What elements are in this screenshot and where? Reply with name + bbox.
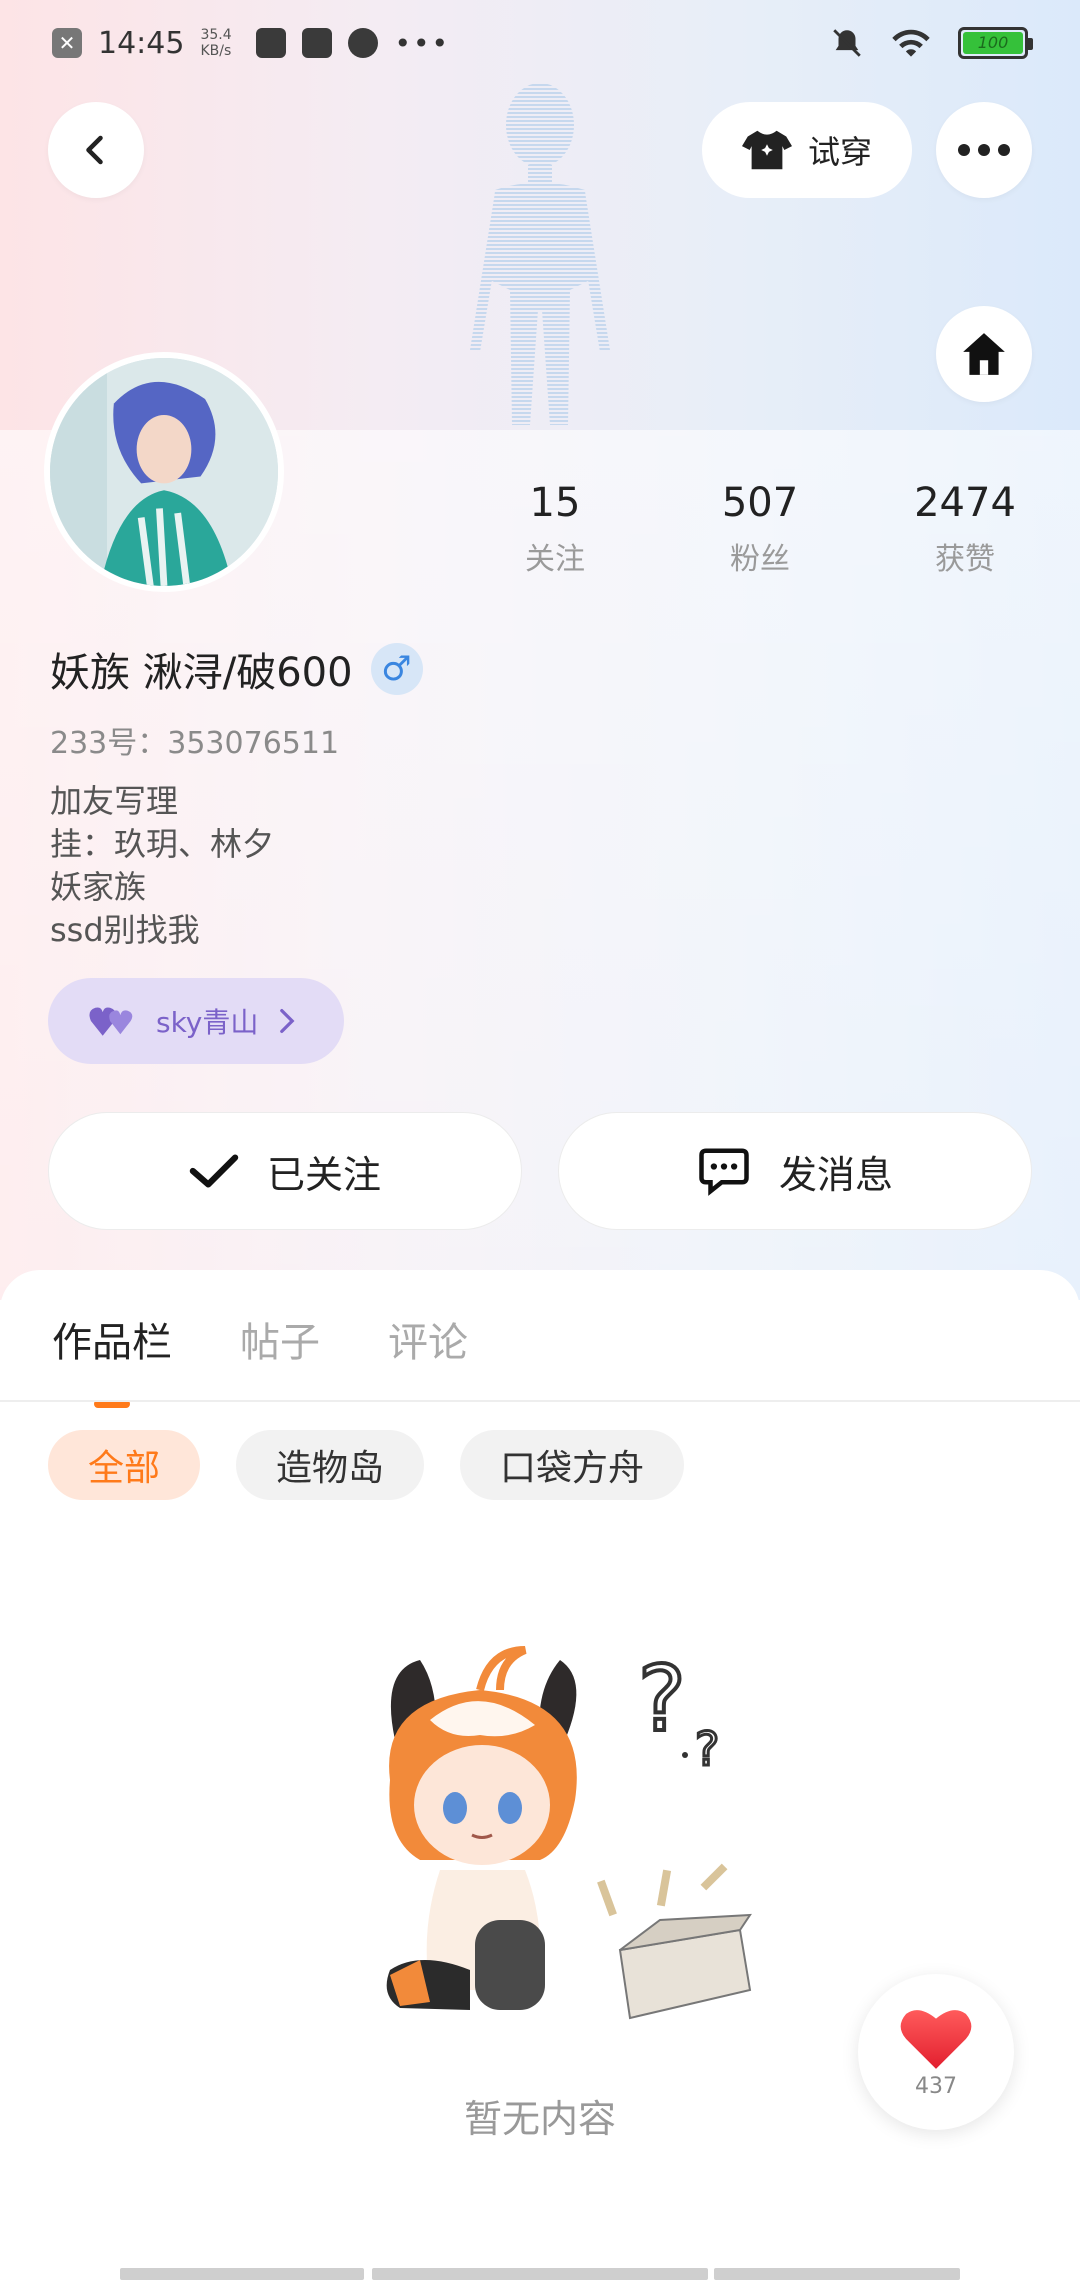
send-message-label: 发消息 (778, 1152, 893, 1197)
tab-comments[interactable]: 评论 (388, 1310, 468, 1368)
try-on-button[interactable]: 试穿 (702, 102, 912, 198)
more-options-button[interactable] (936, 102, 1032, 198)
bell-muted-icon (833, 29, 861, 57)
likes-count: 2474 (914, 480, 1016, 526)
svg-text:?: ? (695, 1722, 719, 1776)
network-speed-value: 35.4 (200, 27, 232, 43)
status-bar: ✕ 14:45 35.4 KB/s ••• 100 (0, 0, 1080, 86)
avatar-image (50, 358, 278, 586)
network-speed-unit: KB/s (200, 43, 232, 59)
content-tabs: 作品栏 帖子 评论 (52, 1310, 468, 1408)
heart-icon (900, 2009, 972, 2069)
close-notification-icon: ✕ (52, 28, 82, 58)
chevron-left-icon (86, 135, 103, 165)
svg-text:?: ? (638, 1647, 686, 1752)
battery-level: 100 (963, 32, 1023, 54)
network-speed: 35.4 KB/s (200, 27, 240, 59)
followers-label: 粉丝 (730, 542, 790, 577)
tab-works[interactable]: 作品栏 (52, 1310, 172, 1408)
chevron-right-icon (280, 1008, 295, 1034)
following-button-label: 已关注 (266, 1152, 381, 1197)
empty-state-illustration: ? ? (386, 1645, 752, 2020)
tag-label: sky青山 (156, 1006, 259, 1039)
tab-posts[interactable]: 帖子 (240, 1310, 320, 1368)
relationship-tag-chip[interactable]: sky青山 (48, 978, 344, 1064)
following-button[interactable]: 已关注 (48, 1112, 522, 1230)
bio-line: 加友写理 (50, 782, 179, 820)
following-label: 关注 (525, 542, 585, 577)
mail-icon (302, 28, 333, 58)
following-count: 15 (529, 480, 581, 526)
likes-stat[interactable]: 2474 获赞 (890, 480, 1040, 578)
try-on-label: 试穿 (807, 133, 872, 171)
bio-line: ssd别找我 (50, 911, 200, 949)
bio-line: 妖家族 (50, 868, 147, 906)
username: 妖族 湫浔/破600 (50, 650, 353, 696)
battery-indicator: 100 (958, 27, 1033, 59)
clipboard-icon (256, 28, 287, 58)
profile-actions: 已关注 发消息 (48, 1112, 1032, 1230)
following-stat[interactable]: 15 关注 (480, 480, 630, 578)
followers-count: 507 (721, 480, 799, 526)
followers-stat[interactable]: 507 粉丝 (685, 480, 835, 578)
likes-label: 获赞 (935, 542, 995, 577)
filter-creation-island[interactable]: 造物岛 (236, 1430, 425, 1500)
user-avatar[interactable] (44, 352, 284, 592)
send-message-button[interactable]: 发消息 (558, 1112, 1032, 1230)
user-bio: 加友写理 挂：玖玥、林夕 妖家族 ssd别找我 (50, 780, 274, 952)
avatar-3d-model (470, 83, 610, 425)
play-icon (348, 28, 379, 58)
filter-chips: 全部 造物岛 口袋方舟 (48, 1430, 685, 1500)
chat-bubble-icon (699, 1148, 749, 1196)
user-id[interactable]: 233号：353076511 (50, 718, 339, 762)
like-count: 437 (915, 2073, 957, 2099)
back-button[interactable] (48, 102, 144, 198)
more-notifications-icon: ••• (394, 26, 451, 60)
checkmark-icon (189, 1154, 239, 1188)
double-heart-icon (89, 1007, 133, 1036)
gesture-bar-segment (714, 2268, 960, 2280)
profile-stats: 15 关注 507 粉丝 2474 获赞 (480, 480, 1040, 578)
home-button[interactable] (936, 306, 1032, 402)
clock: 14:45 (98, 25, 185, 61)
gesture-bar-segment (372, 2268, 708, 2280)
filter-all[interactable]: 全部 (48, 1430, 201, 1500)
house-icon (963, 333, 1005, 375)
filter-pocket-ark[interactable]: 口袋方舟 (460, 1430, 685, 1500)
divider (0, 1400, 1080, 1402)
username-row: 妖族 湫浔/破600 ♂ (50, 640, 423, 698)
male-gender-icon: ♂ (370, 643, 423, 695)
wifi-icon (892, 29, 930, 57)
more-dots-icon (958, 144, 1010, 156)
like-button[interactable]: 437 (858, 1974, 1014, 2130)
bio-line: 挂：玖玥、林夕 (50, 825, 275, 863)
tshirt-icon (741, 130, 792, 170)
gesture-bar-segment (120, 2268, 364, 2280)
